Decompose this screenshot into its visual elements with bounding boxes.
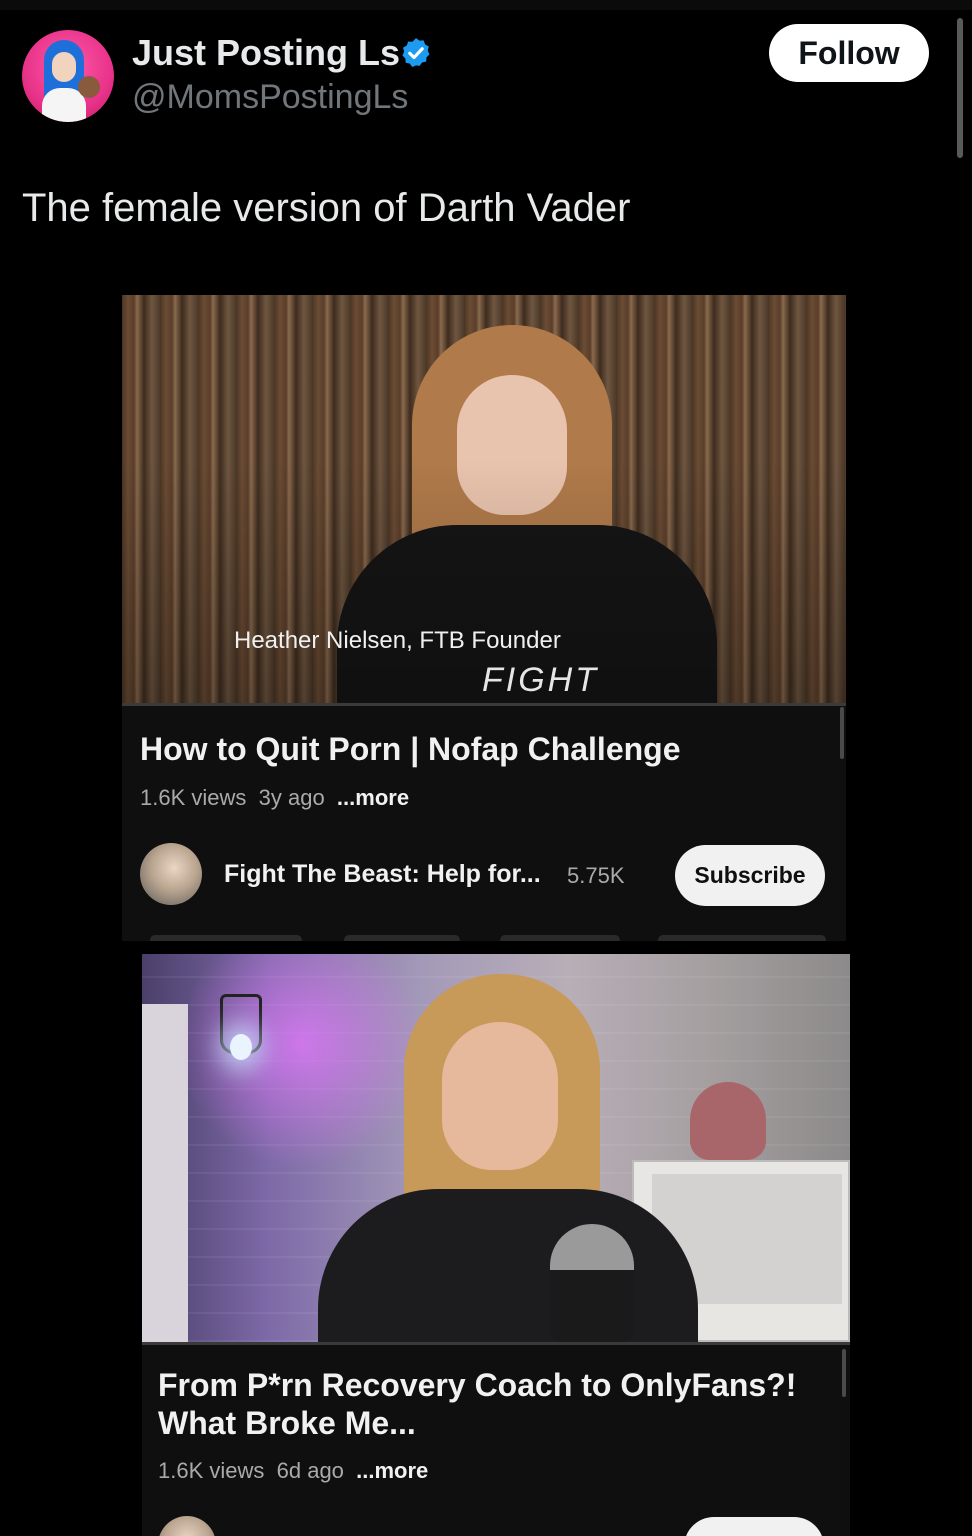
video-views: 1.6K views bbox=[158, 1458, 265, 1483]
video-progress-bar[interactable] bbox=[142, 1342, 850, 1345]
video-thumbnail[interactable]: Heather Nielsen, FTB Founder FIGHT bbox=[122, 295, 846, 705]
thumbnail-microphone bbox=[550, 1224, 634, 1342]
thumbnail-door bbox=[142, 1004, 188, 1342]
video-progress-bar[interactable] bbox=[122, 703, 846, 706]
chip[interactable] bbox=[500, 935, 620, 941]
channel-avatar[interactable] bbox=[140, 843, 202, 905]
post-text: The female version of Darth Vader bbox=[22, 186, 631, 230]
channel-avatar[interactable] bbox=[158, 1516, 216, 1536]
video-overlay-logo: FIGHT bbox=[482, 661, 599, 699]
profile-avatar[interactable] bbox=[22, 30, 114, 122]
more-link[interactable]: ...more bbox=[337, 785, 409, 810]
chip[interactable] bbox=[658, 935, 826, 941]
subscribe-button[interactable]: Subscribe bbox=[675, 845, 825, 906]
video-meta: 1.6K views 3y ago ...more bbox=[140, 785, 409, 811]
chip-row bbox=[122, 935, 846, 941]
video-overlay-caption: Heather Nielsen, FTB Founder bbox=[234, 627, 561, 654]
video-meta: 1.6K views 6d ago ...more bbox=[158, 1458, 428, 1484]
display-name[interactable]: Just Posting Ls bbox=[132, 32, 400, 74]
follow-button[interactable]: Follow bbox=[769, 24, 929, 82]
thumbnail-vase bbox=[690, 1082, 766, 1160]
video-card[interactable]: Heather Nielsen, FTB Founder FIGHT How t… bbox=[122, 295, 846, 941]
video-title[interactable]: From P*rn Recovery Coach to OnlyFans?! W… bbox=[158, 1366, 838, 1442]
video-thumbnail[interactable] bbox=[142, 954, 850, 1342]
scrollbar[interactable] bbox=[957, 18, 963, 158]
top-bar bbox=[0, 0, 972, 10]
video-age: 6d ago bbox=[276, 1458, 344, 1483]
verified-badge-icon bbox=[402, 38, 430, 68]
chip[interactable] bbox=[344, 935, 460, 941]
channel-name[interactable]: Fight The Beast: Help for... bbox=[224, 860, 541, 889]
scroll-handle[interactable] bbox=[842, 1349, 846, 1397]
avatar-face bbox=[52, 52, 76, 82]
thumbnail-bulb bbox=[230, 1034, 252, 1060]
video-title[interactable]: How to Quit Porn | Nofap Challenge bbox=[140, 731, 681, 768]
thumbnail-figure-face bbox=[442, 1022, 558, 1170]
subscribe-button[interactable] bbox=[684, 1517, 824, 1536]
chip[interactable] bbox=[150, 935, 302, 941]
user-handle[interactable]: @MomsPostingLs bbox=[132, 78, 408, 117]
scroll-handle[interactable] bbox=[840, 707, 844, 759]
thumbnail-figure-shirt bbox=[318, 1189, 698, 1342]
video-age: 3y ago bbox=[258, 785, 325, 810]
subscriber-count: 5.75K bbox=[567, 863, 625, 888]
avatar-baby bbox=[78, 76, 100, 98]
more-link[interactable]: ...more bbox=[356, 1458, 428, 1483]
video-card[interactable]: From P*rn Recovery Coach to OnlyFans?! W… bbox=[142, 954, 850, 1536]
video-views: 1.6K views bbox=[140, 785, 247, 810]
